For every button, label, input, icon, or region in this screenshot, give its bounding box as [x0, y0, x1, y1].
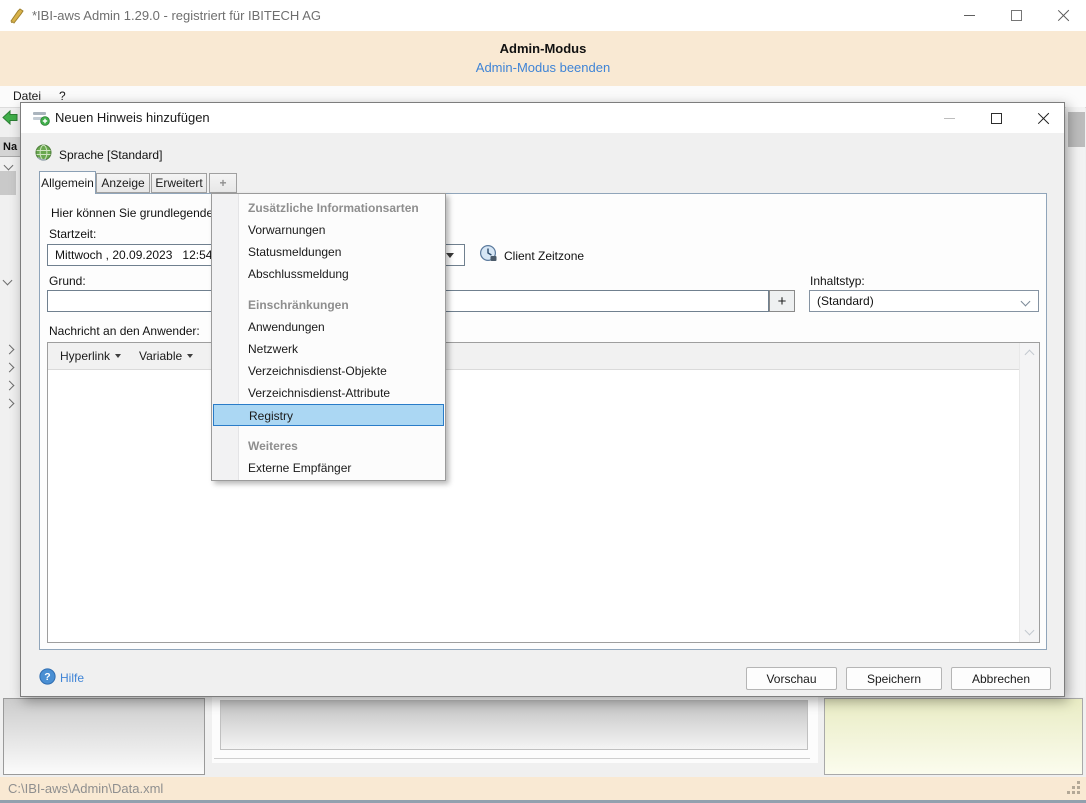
main-window-controls: [954, 0, 1078, 30]
app-icon: [9, 7, 26, 27]
startzeit-label: Startzeit:: [49, 227, 97, 241]
svg-text:?: ?: [44, 671, 50, 683]
statusbar: C:\IBI-aws\Admin\Data.xml: [0, 777, 1086, 803]
back-icon[interactable]: [2, 109, 18, 128]
add-notice-dialog: Neuen Hinweis hinzufügen Sprache [Standa…: [20, 102, 1065, 697]
tab-anzeige[interactable]: Anzeige: [96, 173, 150, 193]
hyperlink-label: Hyperlink: [60, 349, 111, 363]
timezone-icon: [479, 244, 498, 266]
nachricht-label: Nachricht an den Anwender:: [49, 324, 200, 338]
menu-item-netzwerk[interactable]: Netzwerk: [212, 338, 445, 360]
background-scrollbar[interactable]: [1066, 107, 1085, 697]
abbrechen-button[interactable]: Abbrechen: [951, 667, 1051, 690]
dialog-window-controls: [934, 103, 1058, 133]
tab-allgemein[interactable]: Allgemein: [39, 171, 96, 194]
variable-label: Variable: [139, 349, 183, 363]
hyperlink-menu-button[interactable]: Hyperlink: [60, 349, 122, 363]
inhaltstyp-select[interactable]: (Standard): [809, 290, 1039, 312]
resize-grip-icon[interactable]: [1067, 781, 1081, 795]
maximize-button[interactable]: [1001, 0, 1031, 30]
intro-text: Hier können Sie grundlegende Ei: [51, 206, 228, 220]
tab-erweitert[interactable]: Erweitert: [151, 173, 207, 193]
menu-item-verzeichnisdienst-attribute[interactable]: Verzeichnisdienst-Attribute: [212, 382, 445, 404]
chevron-down-icon: [1020, 296, 1031, 307]
tree-selected-row-fragment: [0, 171, 16, 195]
menu-section-informationsarten: Zusätzliche Informationsarten: [248, 201, 419, 215]
abbrechen-label: Abbrechen: [971, 671, 1031, 686]
menu-item-registry[interactable]: Registry: [213, 404, 444, 426]
screen: *IBI-aws Admin 1.29.0 - registriert für …: [0, 0, 1086, 803]
plus-icon: +: [219, 176, 227, 190]
tree-expander-icon[interactable]: [3, 160, 14, 171]
message-editor[interactable]: Hyperlink Variable Be: [47, 342, 1040, 643]
dialog-titlebar: Neuen Hinweis hinzufügen: [21, 103, 1064, 133]
admin-mode-banner: Admin-Modus Admin-Modus beenden: [0, 31, 1086, 86]
tree-expander-icon[interactable]: [2, 275, 13, 286]
menu-item-vorwarnungen[interactable]: Vorwarnungen: [212, 219, 445, 241]
inhaltstyp-value: (Standard): [817, 294, 874, 308]
vorschau-button[interactable]: Vorschau: [746, 667, 837, 690]
add-info-popup-menu: Zusätzliche Informationsarten Vorwarnung…: [211, 193, 446, 481]
dialog-minimize-button[interactable]: [934, 103, 964, 133]
chevron-down-icon: [115, 354, 122, 358]
chevron-down-icon: [187, 354, 194, 358]
chevron-down-icon: [446, 252, 454, 258]
inhaltstyp-label: Inhaltstyp:: [810, 274, 865, 288]
admin-mode-title: Admin-Modus: [499, 41, 587, 56]
grund-label: Grund:: [49, 274, 86, 288]
background-panel-middle: [212, 697, 818, 763]
background-panel-middle-box: [220, 700, 808, 750]
background-scrollbar-thumb[interactable]: [1068, 112, 1085, 147]
tab-erweitert-label: Erweitert: [155, 176, 203, 190]
speichern-button[interactable]: Speichern: [846, 667, 942, 690]
editor-toolbar: Hyperlink Variable Be: [48, 343, 1020, 370]
menu-section-weiteres: Weiteres: [248, 439, 298, 453]
plus-icon: +: [777, 292, 787, 310]
grund-add-button[interactable]: +: [769, 290, 795, 312]
menu-section-einschraenkungen: Einschränkungen: [248, 298, 349, 312]
menu-item-anwendungen[interactable]: Anwendungen: [212, 316, 445, 338]
statusbar-path: C:\IBI-aws\Admin\Data.xml: [8, 781, 164, 796]
dialog-maximize-button[interactable]: [981, 103, 1011, 133]
tree-expander-icon[interactable]: [4, 362, 15, 373]
tree-expander-icon[interactable]: [4, 344, 15, 355]
menu-separator: [212, 285, 445, 294]
tree-expander-icon[interactable]: [4, 380, 15, 391]
variable-menu-button[interactable]: Variable: [139, 349, 194, 363]
tree-column-header[interactable]: Na: [0, 137, 21, 157]
editor-scrollbar[interactable]: [1019, 343, 1039, 642]
menu-item-verzeichnisdienst-objekte[interactable]: Verzeichnisdienst-Objekte: [212, 360, 445, 382]
language-icon: [35, 144, 52, 164]
minimize-button[interactable]: [954, 0, 984, 30]
tab-allgemein-label: Allgemein: [41, 176, 94, 190]
background-panel-notes-yellow: [824, 698, 1083, 775]
tab-anzeige-label: Anzeige: [101, 176, 145, 190]
language-label: Sprache [Standard]: [59, 148, 163, 162]
admin-mode-exit-link[interactable]: Admin-Modus beenden: [0, 60, 1086, 75]
menu-item-statusmeldungen[interactable]: Statusmeldungen: [212, 241, 445, 263]
dialog-title: Neuen Hinweis hinzufügen: [55, 110, 210, 125]
help-link[interactable]: Hilfe: [60, 671, 84, 685]
background-panel-divider: [214, 758, 810, 759]
dialog-icon: [32, 110, 50, 129]
tree-expander-icon[interactable]: [4, 398, 15, 409]
speichern-label: Speichern: [866, 671, 922, 686]
menu-item-externe-empfaenger[interactable]: Externe Empfänger: [212, 457, 445, 479]
close-button[interactable]: [1048, 0, 1078, 30]
scroll-up-icon[interactable]: [1024, 349, 1035, 360]
main-titlebar: *IBI-aws Admin 1.29.0 - registriert für …: [0, 0, 1086, 31]
timezone-label: Client Zeitzone: [504, 249, 585, 263]
window-title: *IBI-aws Admin 1.29.0 - registriert für …: [32, 8, 321, 23]
background-panel-left: [3, 698, 205, 775]
tabpage-allgemein: Hier können Sie grundlegende Ei Startzei…: [39, 193, 1047, 650]
scroll-down-icon[interactable]: [1024, 625, 1035, 636]
help-icon: ?: [39, 668, 56, 688]
menu-item-abschlussmeldung[interactable]: Abschlussmeldung: [212, 263, 445, 285]
menu-separator: [212, 426, 445, 435]
tab-add-button[interactable]: +: [209, 173, 237, 193]
dialog-close-button[interactable]: [1028, 103, 1058, 133]
vorschau-label: Vorschau: [766, 671, 817, 686]
